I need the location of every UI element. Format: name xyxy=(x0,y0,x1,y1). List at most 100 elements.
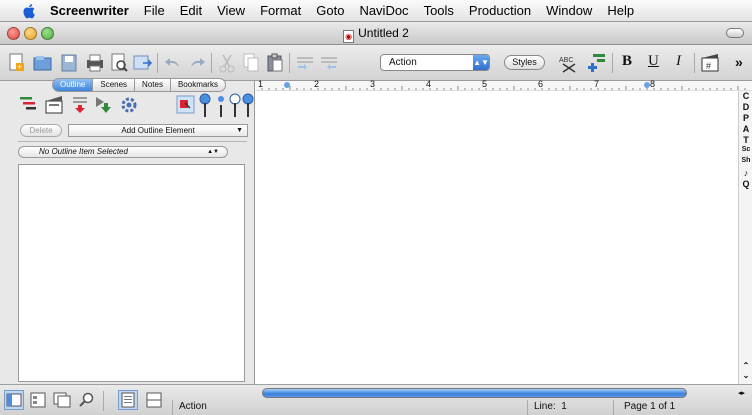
svg-text:ABC: ABC xyxy=(559,57,573,64)
element-type-select[interactable]: Action ▲▼ xyxy=(380,54,490,71)
horizontal-scrollbar[interactable] xyxy=(262,388,687,398)
ruler: 1 2 3 4 5 6 7 8 xyxy=(256,79,752,91)
cut-icon[interactable] xyxy=(216,52,238,74)
element-transition-button[interactable]: T xyxy=(740,135,752,145)
menu-file[interactable]: File xyxy=(144,3,165,18)
menu-format[interactable]: Format xyxy=(260,3,301,18)
outline-view-toggle-icon[interactable] xyxy=(176,93,196,119)
line-status: Line: 1 xyxy=(527,400,613,415)
menu-view[interactable]: View xyxy=(217,3,245,18)
menu-goto[interactable]: Goto xyxy=(316,3,344,18)
tab-outline[interactable]: Outline xyxy=(52,78,94,92)
element-parenthetical-button[interactable]: P xyxy=(740,113,752,123)
document-proxy-icon[interactable]: ◉ xyxy=(343,30,355,43)
menu-tools[interactable]: Tools xyxy=(424,3,454,18)
redo-icon[interactable] xyxy=(186,52,208,74)
menu-help[interactable]: Help xyxy=(607,3,634,18)
toolbar-toggle-button[interactable] xyxy=(726,28,744,38)
toolbar-overflow-icon[interactable]: » xyxy=(735,54,743,70)
outline-item-status: No Outline Item Selected xyxy=(39,147,128,156)
element-shortcut-bar: C D P A T Sc Sh ♪ Q ⌃ ⌄ xyxy=(738,91,752,384)
apple-menu-icon[interactable] xyxy=(22,3,38,19)
add-element-icon[interactable] xyxy=(586,52,608,74)
scroll-arrows-icon[interactable]: ◂▸ xyxy=(738,389,745,397)
menu-navidoc[interactable]: NaviDoc xyxy=(359,3,408,18)
outline-levels-icon[interactable] xyxy=(18,93,40,119)
print-icon[interactable] xyxy=(84,52,106,74)
scroll-down-arrow-icon[interactable]: ⌄ xyxy=(740,371,752,380)
chevron-down-icon: ▼ xyxy=(236,127,243,134)
add-outline-element-select[interactable]: Add Outline Element ▼ xyxy=(68,124,248,137)
toolbar-separator xyxy=(289,53,290,73)
underline-button[interactable]: U xyxy=(648,53,659,70)
scroll-up-arrow-icon[interactable]: ⌃ xyxy=(740,361,752,370)
italic-button[interactable]: I xyxy=(676,53,681,70)
bold-button[interactable]: B xyxy=(622,53,632,70)
ruler-number: 2 xyxy=(314,79,320,89)
tab-scenes[interactable]: Scenes xyxy=(93,78,136,92)
index-card-view-icon[interactable] xyxy=(28,390,48,410)
menu-app-name[interactable]: Screenwriter xyxy=(50,3,129,18)
element-lyrics-button[interactable]: ♪ xyxy=(740,168,752,178)
tab-notes[interactable]: Notes xyxy=(135,78,171,92)
sidebar-tabs: Outline Scenes Notes Bookmarks xyxy=(52,78,226,92)
window-title: ◉ Untitled 2 xyxy=(0,26,752,43)
outline-level-marker-3-icon[interactable] xyxy=(228,93,242,119)
outline-level-marker-1-icon[interactable] xyxy=(198,93,212,119)
outline-level-marker-2-icon[interactable] xyxy=(214,93,228,119)
outline-arrow-icon[interactable] xyxy=(94,93,116,119)
ruler-number: 7 xyxy=(594,79,600,89)
zoom-icon[interactable] xyxy=(76,390,96,410)
toolbar-separator xyxy=(157,53,158,73)
divider xyxy=(18,141,247,142)
outline-item-select[interactable]: No Outline Item Selected ▲▼ xyxy=(18,146,228,158)
element-shot-button[interactable]: Sh xyxy=(740,157,752,164)
open-document-icon[interactable] xyxy=(32,52,54,74)
ruler-number: 3 xyxy=(370,79,376,89)
menu-edit[interactable]: Edit xyxy=(180,3,202,18)
scene-number-icon[interactable]: # xyxy=(700,52,722,74)
ruler-right-margin-marker[interactable] xyxy=(644,82,650,88)
menu-production[interactable]: Production xyxy=(469,3,531,18)
element-dialogue-button[interactable]: D xyxy=(740,102,752,112)
window-title-bar: ◉ Untitled 2 xyxy=(0,22,752,45)
element-scene-heading-button[interactable]: Sc xyxy=(740,146,752,153)
export-icon[interactable] xyxy=(132,52,154,74)
toolbar: + Action ▲▼ Styles ABC B U I # » xyxy=(0,45,752,81)
bottom-status-bar: ◂▸ Action Line: 1 Page 1 of 1 xyxy=(0,384,752,415)
outline-clapboard-icon[interactable] xyxy=(44,93,66,119)
styles-button[interactable]: Styles xyxy=(504,55,545,70)
add-outline-element-label: Add Outline Element xyxy=(121,126,195,135)
save-document-icon[interactable] xyxy=(58,52,80,74)
spelling-icon[interactable]: ABC xyxy=(558,52,580,74)
indent-right-icon[interactable] xyxy=(318,52,340,74)
element-character-button[interactable]: C xyxy=(740,91,752,101)
navigator-view-icon[interactable] xyxy=(4,390,24,410)
print-preview-icon[interactable] xyxy=(108,52,130,74)
paste-icon[interactable] xyxy=(264,52,286,74)
outline-level-marker-4-icon[interactable] xyxy=(242,93,254,119)
ruler-number: 5 xyxy=(482,79,488,89)
script-editor[interactable] xyxy=(256,91,738,384)
tab-bookmarks[interactable]: Bookmarks xyxy=(170,78,226,92)
toolbar-separator xyxy=(211,53,212,73)
new-document-icon[interactable]: + xyxy=(6,52,28,74)
svg-text:+: + xyxy=(17,62,22,72)
outline-settings-gear-icon[interactable] xyxy=(118,93,140,119)
ruler-number: 8 xyxy=(650,79,656,89)
element-type-value: Action xyxy=(389,57,417,68)
indent-left-icon[interactable] xyxy=(294,52,316,74)
undo-icon[interactable] xyxy=(162,52,184,74)
element-other-button[interactable]: Q xyxy=(740,179,752,189)
outline-list[interactable] xyxy=(18,164,245,382)
toolbar-separator xyxy=(694,53,695,73)
menu-window[interactable]: Window xyxy=(546,3,592,18)
pages-view-icon[interactable] xyxy=(52,390,72,410)
script-view-icon[interactable] xyxy=(118,390,138,410)
element-action-button[interactable]: A xyxy=(740,124,752,134)
delete-outline-button[interactable]: Delete xyxy=(20,124,62,137)
split-view-icon[interactable] xyxy=(144,390,164,410)
copy-icon[interactable] xyxy=(240,52,262,74)
ruler-left-margin-marker[interactable] xyxy=(284,82,290,88)
outline-move-down-icon[interactable] xyxy=(70,93,92,119)
